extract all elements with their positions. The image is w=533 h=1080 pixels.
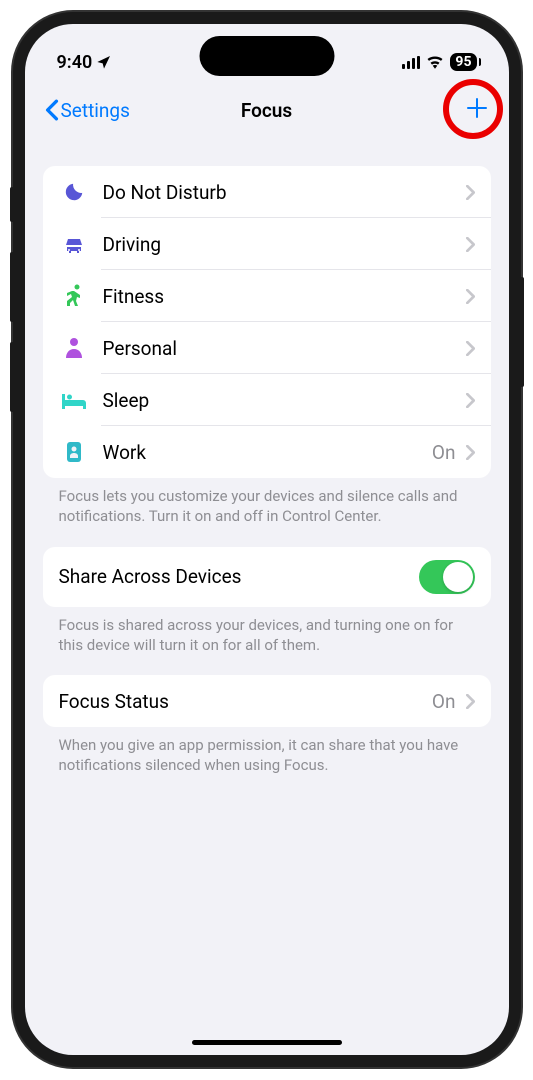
person-icon <box>59 335 89 361</box>
running-icon <box>59 283 89 309</box>
page-title: Focus <box>241 99 292 122</box>
chevron-left-icon <box>45 99 59 121</box>
dynamic-island <box>199 36 334 76</box>
back-button[interactable]: Settings <box>45 99 130 122</box>
row-label: Personal <box>103 337 466 360</box>
row-label: Driving <box>103 233 466 256</box>
row-label: Sleep <box>103 389 466 412</box>
focus-row-work[interactable]: Work On <box>43 426 491 478</box>
content: Do Not Disturb Driving Fitness Personal <box>25 138 509 796</box>
phone-frame: 9:40 95 Settings Focus <box>13 12 521 1067</box>
row-label: Work <box>103 441 432 464</box>
focus-status-row[interactable]: Focus Status On <box>43 675 491 727</box>
row-label: Fitness <box>103 285 466 308</box>
status-left: 9:40 <box>57 52 113 73</box>
chevron-right-icon <box>466 289 475 304</box>
nav-bar: Settings Focus <box>25 82 509 138</box>
status-right: 95 <box>402 53 476 71</box>
chevron-right-icon <box>466 185 475 200</box>
volume-down-button <box>10 342 14 412</box>
badge-icon <box>59 439 89 465</box>
bed-icon <box>59 387 89 413</box>
row-value: On <box>432 441 456 464</box>
back-label: Settings <box>61 99 130 122</box>
focus-row-do-not-disturb[interactable]: Do Not Disturb <box>43 166 491 218</box>
status-time: 9:40 <box>57 52 93 73</box>
chevron-right-icon <box>466 341 475 356</box>
chevron-right-icon <box>466 237 475 252</box>
plus-icon <box>465 96 489 120</box>
car-icon <box>59 231 89 257</box>
home-indicator[interactable] <box>192 1040 342 1045</box>
share-description: Focus is shared across your devices, and… <box>43 607 491 676</box>
wifi-icon <box>426 55 444 69</box>
phone-screen: 9:40 95 Settings Focus <box>25 24 509 1055</box>
power-button <box>520 277 524 387</box>
focus-status-value: On <box>432 690 456 713</box>
focus-row-sleep[interactable]: Sleep <box>43 374 491 426</box>
focus-row-personal[interactable]: Personal <box>43 322 491 374</box>
chevron-right-icon <box>466 445 475 460</box>
focus-row-fitness[interactable]: Fitness <box>43 270 491 322</box>
moon-icon <box>59 179 89 205</box>
focus-status-group: Focus Status On <box>43 675 491 727</box>
share-label: Share Across Devices <box>59 565 242 588</box>
cellular-icon <box>402 56 420 69</box>
focus-row-driving[interactable]: Driving <box>43 218 491 270</box>
silence-switch <box>10 187 14 222</box>
chevron-right-icon <box>466 393 475 408</box>
focus-description: Focus lets you customize your devices an… <box>43 478 491 547</box>
battery-icon: 95 <box>450 53 476 71</box>
share-group: Share Across Devices <box>43 547 491 607</box>
chevron-right-icon <box>466 694 475 709</box>
row-label: Do Not Disturb <box>103 181 466 204</box>
share-toggle[interactable] <box>419 560 475 594</box>
focus-status-label: Focus Status <box>59 690 432 713</box>
location-icon <box>96 54 112 70</box>
add-button[interactable] <box>465 96 489 124</box>
volume-up-button <box>10 252 14 322</box>
share-across-devices-row[interactable]: Share Across Devices <box>43 547 491 607</box>
focus-status-description: When you give an app permission, it can … <box>43 727 491 796</box>
focus-modes-list: Do Not Disturb Driving Fitness Personal <box>43 166 491 478</box>
